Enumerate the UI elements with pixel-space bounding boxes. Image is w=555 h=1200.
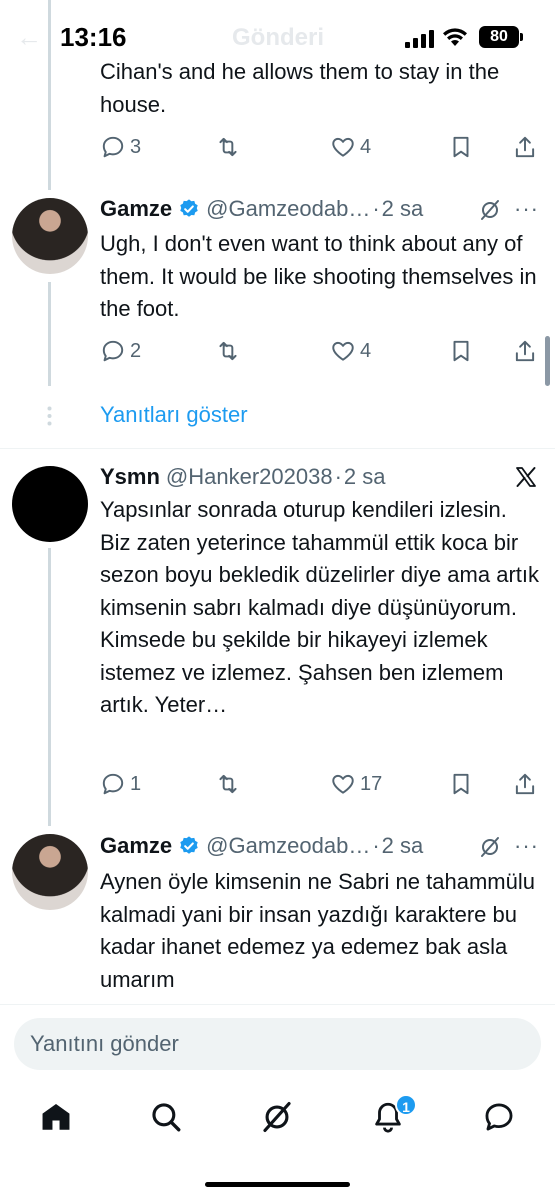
reply-button[interactable]: 2 xyxy=(100,336,141,366)
like-count: 4 xyxy=(360,339,372,362)
retweet-button[interactable] xyxy=(215,769,241,799)
tweet-time[interactable]: 2 sa xyxy=(344,464,386,490)
bookmark-icon xyxy=(453,136,469,158)
chat-bubble-icon xyxy=(485,1103,513,1131)
home-icon xyxy=(42,1103,70,1130)
reply-icon xyxy=(102,136,124,158)
tweet-header: Gamze @Gamzeodab… · 2 sa xyxy=(100,194,423,224)
battery-tip xyxy=(520,33,523,41)
share-button[interactable] xyxy=(512,132,538,162)
grok-icon[interactable] xyxy=(478,198,502,222)
tweet-time[interactable]: 2 sa xyxy=(382,196,424,222)
x-logo-icon[interactable] xyxy=(514,465,538,489)
share-icon xyxy=(515,773,535,795)
author-name[interactable]: Ysmn xyxy=(100,464,160,490)
page-title: Gönderi xyxy=(232,24,325,51)
reply-button[interactable]: 1 xyxy=(100,769,141,799)
cellular-signal-icon xyxy=(405,30,434,48)
tweet-text: Ugh, I don't even want to think about an… xyxy=(100,231,537,321)
bookmark-button[interactable] xyxy=(448,769,474,799)
verified-badge-icon xyxy=(180,836,198,854)
author-handle[interactable]: @Gamzeodab… xyxy=(206,196,370,222)
author-name[interactable]: Gamze xyxy=(100,833,172,859)
share-icon xyxy=(515,136,535,158)
like-count: 4 xyxy=(360,135,372,158)
retweet-button[interactable] xyxy=(215,336,241,366)
tweet-text: Aynen öyle kimsenin ne Sabri ne tahammül… xyxy=(100,869,535,992)
retweet-button[interactable] xyxy=(215,132,241,162)
notification-badge: 1 xyxy=(395,1094,417,1116)
heart-icon xyxy=(332,341,354,361)
reply-icon xyxy=(102,340,124,362)
search-icon xyxy=(152,1103,181,1132)
thread-line xyxy=(48,282,51,386)
author-handle[interactable]: @Gamzeodab… xyxy=(206,833,370,859)
reply-input[interactable]: Yanıtını gönder xyxy=(14,1018,541,1070)
retweet-icon xyxy=(219,341,237,361)
grok-icon[interactable] xyxy=(478,835,502,859)
reply-count: 2 xyxy=(130,339,142,362)
author-name[interactable]: Gamze xyxy=(100,196,172,222)
reply-count: 1 xyxy=(130,772,142,795)
divider xyxy=(0,448,555,449)
tweet-header: Ysmn @Hanker202038 · 2 sa xyxy=(100,462,386,492)
avatar[interactable] xyxy=(12,466,88,542)
share-button[interactable] xyxy=(512,769,538,799)
separator-dot: · xyxy=(334,464,342,489)
like-button[interactable]: 4 xyxy=(330,132,371,162)
bookmark-button[interactable] xyxy=(448,132,474,162)
like-button[interactable]: 17 xyxy=(330,769,382,799)
nav-messages[interactable] xyxy=(482,1100,516,1134)
bookmark-icon xyxy=(453,340,469,362)
nav-home[interactable] xyxy=(39,1100,73,1134)
author-handle[interactable]: @Hanker202038 xyxy=(166,464,333,490)
separator-dot: · xyxy=(372,833,380,858)
share-icon xyxy=(515,340,535,362)
retweet-icon xyxy=(219,137,237,157)
nav-search[interactable] xyxy=(149,1100,183,1134)
battery-indicator: 80 xyxy=(479,26,519,48)
tweet-actions: 2 4 xyxy=(100,336,540,366)
tweet-header: Gamze @Gamzeodab… · 2 sa xyxy=(100,831,423,861)
grok-icon xyxy=(263,1101,291,1133)
reply-count: 3 xyxy=(130,135,142,158)
bottom-navigation xyxy=(0,1090,555,1150)
nav-grok[interactable] xyxy=(260,1100,294,1134)
reply-button[interactable]: 3 xyxy=(100,132,141,162)
heart-icon xyxy=(332,774,354,794)
avatar[interactable] xyxy=(12,198,88,274)
heart-icon xyxy=(332,137,354,157)
like-button[interactable]: 4 xyxy=(330,336,371,366)
tweet-text: Yapsınlar sonrada oturup kendileri izles… xyxy=(100,497,540,717)
status-time: 13:16 xyxy=(60,22,127,52)
retweet-icon xyxy=(219,774,237,794)
show-replies-link[interactable]: Yanıtları göster xyxy=(100,402,248,428)
bookmark-icon xyxy=(453,773,469,795)
home-indicator xyxy=(205,1182,350,1187)
share-button[interactable] xyxy=(512,336,538,366)
scrollbar[interactable] xyxy=(545,336,550,386)
avatar[interactable] xyxy=(12,834,88,910)
verified-badge-icon xyxy=(180,199,198,217)
separator-dot: · xyxy=(372,196,380,221)
more-options-icon[interactable]: ··· xyxy=(514,196,539,222)
tweet-time[interactable]: 2 sa xyxy=(382,833,424,859)
thread-continuation-dots-icon xyxy=(47,406,52,426)
more-options-icon[interactable]: ··· xyxy=(514,833,539,859)
like-count: 17 xyxy=(360,772,383,795)
back-arrow-icon[interactable]: ← xyxy=(16,22,42,53)
tweet-actions: 3 4 xyxy=(100,132,540,162)
tweet-actions: 1 17 xyxy=(100,769,540,799)
status-bar: ← Gönderi 13:16 80 xyxy=(0,0,555,70)
wifi-icon xyxy=(443,28,467,46)
reply-icon xyxy=(102,773,124,795)
bookmark-button[interactable] xyxy=(448,336,474,366)
thread-line xyxy=(48,548,51,826)
